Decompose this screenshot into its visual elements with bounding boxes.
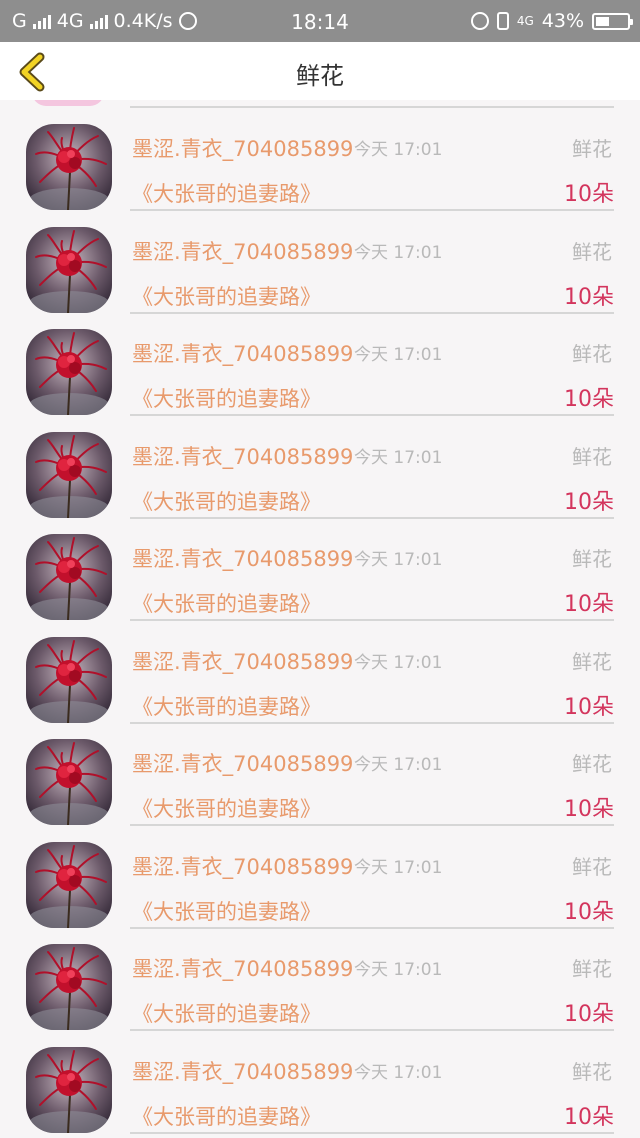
avatar[interactable] — [26, 124, 112, 210]
send-time: 今天 17:01 — [354, 550, 443, 570]
book-title[interactable]: 《大张哥的追妻路》 — [132, 1101, 321, 1131]
status-right: 4G 43% — [470, 10, 633, 32]
sender-name: 墨涩.青衣_704085899 — [132, 547, 354, 571]
sender-name: 墨涩.青衣_704085899 — [132, 1059, 354, 1084]
list-item[interactable]: 墨涩.青衣_704085899 今天 17:01 鲜花 《大张哥的追妻路》 10… — [0, 510, 640, 621]
gift-type: 鲜花 — [572, 752, 612, 776]
red-spider-lily-avatar — [26, 739, 112, 825]
battery-icon — [592, 12, 633, 30]
red-spider-lily-avatar — [26, 431, 112, 518]
list-item[interactable]: 墨涩.青衣_704085899 今天 17:01 鲜花 《大张哥的追妻路》 10… — [0, 818, 640, 929]
page-title: 鲜花 — [296, 62, 344, 90]
list-item[interactable]: 墨涩.青衣_704085899 今天 17:01 鲜花 《大张哥的追妻路》 10… — [0, 613, 640, 724]
avatar[interactable] — [26, 739, 112, 825]
gift-type: 鲜花 — [572, 137, 612, 161]
red-spider-lily-avatar — [26, 841, 112, 928]
list-item[interactable]: 墨涩.青衣_704085899 今天 17:01 鲜花 《大张哥的追妻路》 10… — [0, 305, 640, 416]
send-time: 今天 17:01 — [354, 1062, 443, 1083]
send-time: 今天 17:01 — [354, 447, 443, 468]
red-spider-lily-avatar — [26, 636, 112, 723]
red-spider-lily-avatar — [26, 944, 112, 1030]
avatar[interactable] — [26, 226, 112, 313]
avatar[interactable] — [26, 944, 112, 1030]
gift-type: 鲜花 — [572, 444, 612, 469]
avatar[interactable] — [26, 534, 112, 620]
gift-type: 鲜花 — [572, 854, 612, 879]
net-4g-label: 4G — [516, 13, 534, 28]
vibrate-icon — [496, 12, 509, 30]
avatar[interactable] — [26, 329, 112, 415]
list-item[interactable]: 墨涩.青衣_704085899 今天 17:01 鲜花 《大张哥的追妻路》 10… — [0, 100, 640, 211]
sender-name: 墨涩.青衣_704085899 — [132, 342, 354, 366]
gift-type: 鲜花 — [572, 547, 612, 571]
list-item[interactable]: 墨涩.青衣_704085899 今天 17:01 鲜花 《大张哥的追妻路》 10… — [0, 408, 640, 519]
sender-name: 墨涩.青衣_704085899 — [132, 444, 354, 469]
gift-type: 鲜花 — [572, 649, 612, 674]
flower-record-list[interactable]: 墨涩.青衣_704085899 今天 17:01 鲜花 《大张哥的追妻路》 10… — [0, 100, 640, 1138]
avatar[interactable] — [26, 636, 112, 723]
sender-name: 墨涩.青衣_704085899 — [132, 137, 354, 161]
send-time: 今天 17:01 — [354, 652, 443, 673]
divider — [130, 1131, 614, 1134]
send-time: 今天 17:01 — [354, 960, 443, 980]
status-bar: G 4G 0.4K/s 18:14 4G 43% — [0, 0, 640, 42]
gift-type: 鲜花 — [572, 342, 612, 366]
gift-type: 鲜花 — [572, 957, 612, 981]
red-spider-lily-avatar — [26, 124, 112, 210]
sender-name: 墨涩.青衣_704085899 — [132, 239, 354, 264]
avatar[interactable] — [26, 431, 112, 518]
battery-fill — [596, 16, 609, 26]
list-item[interactable]: 墨涩.青衣_704085899 今天 17:01 鲜花 《大张哥的追妻路》 10… — [0, 715, 640, 826]
avatar[interactable] — [26, 841, 112, 928]
list-item[interactable]: 墨涩.青衣_704085899 今天 17:01 鲜花 《大张哥的追妻路》 10… — [0, 920, 640, 1031]
send-time: 今天 17:01 — [354, 242, 443, 263]
send-time: 今天 17:01 — [354, 345, 443, 365]
send-time: 今天 17:01 — [354, 755, 443, 775]
red-spider-lily-avatar — [26, 534, 112, 620]
send-time: 今天 17:01 — [354, 857, 443, 878]
sender-name: 墨涩.青衣_704085899 — [132, 957, 354, 981]
send-time: 今天 17:01 — [354, 140, 443, 160]
avatar[interactable] — [26, 1046, 112, 1133]
sender-name: 墨涩.青衣_704085899 — [132, 752, 354, 776]
red-spider-lily-avatar — [26, 226, 112, 313]
gift-type: 鲜花 — [572, 239, 612, 264]
red-spider-lily-avatar — [26, 329, 112, 415]
alarm-icon — [470, 12, 489, 30]
flower-amount: 10朵 — [564, 1104, 614, 1130]
list-item[interactable]: 墨涩.青衣_704085899 今天 17:01 鲜花 《大张哥的追妻路》 10… — [0, 203, 640, 314]
sender-name: 墨涩.青衣_704085899 — [132, 854, 354, 879]
battery-percent: 43% — [541, 10, 584, 32]
sender-name: 墨涩.青衣_704085899 — [132, 649, 354, 674]
gift-type: 鲜花 — [572, 1059, 612, 1084]
red-spider-lily-avatar — [26, 1046, 112, 1133]
header-bar: 鲜花 — [0, 42, 640, 100]
list-item[interactable]: 墨涩.青衣_704085899 今天 17:01 鲜花 《大张哥的追妻路》 10… — [0, 1023, 640, 1134]
